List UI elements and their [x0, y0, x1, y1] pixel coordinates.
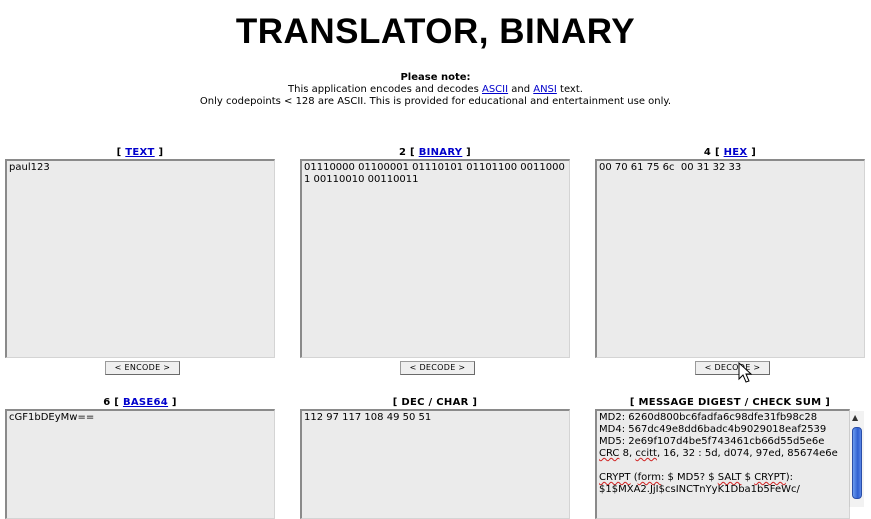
digest-panel-label: [ MESSAGE DIGEST / CHECK SUM ] — [629, 397, 831, 408]
decode-hex-button[interactable]: < DECODE > — [695, 361, 770, 375]
md5-line: MD5: 2e69f107d4be5f743461cb66d55d5e6e — [599, 436, 825, 447]
notice-heading: Please note: — [400, 72, 471, 83]
crypt-text: ( — [630, 472, 638, 483]
binary-input-area[interactable]: 01110000 01100001 01110101 01101100 0011… — [300, 159, 570, 358]
label-prefix: 2 [ — [398, 147, 419, 158]
crypt-label: CRYPT — [599, 472, 631, 483]
md2-line: MD2: 6260d800bc6fadfa6c98dfe31fb98c28 — [599, 412, 818, 423]
hex-panel-label: 4 [ HEX ] — [595, 147, 865, 158]
base64-input-area[interactable]: cGF1bDEyMw== — [5, 409, 275, 519]
text-link[interactable]: TEXT — [125, 147, 154, 158]
notice-line-2: Only codepoints < 128 are ASCII. This is… — [199, 96, 672, 107]
crypt-text: : $ MD5? $ — [660, 472, 718, 483]
salt-label: SALT — [717, 472, 742, 483]
text-input-area[interactable]: paul123 — [5, 159, 275, 358]
notice: Please note: This application encodes an… — [0, 72, 871, 108]
crypt-line: CRYPT (form: $ MD5? $ SALT $ CRYPT): — [599, 472, 847, 484]
label-prefix: 4 [ — [703, 147, 724, 158]
md4-line: MD4: 567dc49e8dd6badc4b9029018eaf2539 — [599, 424, 827, 435]
label-suffix: ] — [462, 147, 471, 158]
crypt-value: $1$MXA2.JjI$csINCTnYyK1Dba1b5FeWc/ — [599, 484, 800, 495]
notice-text: text. — [556, 84, 583, 95]
label-prefix: 6 [ — [103, 397, 123, 408]
text-panel-label: [ TEXT ] — [5, 147, 275, 158]
notice-line-1: This application encodes and decodes ASC… — [0, 84, 871, 96]
encode-button[interactable]: < ENCODE > — [105, 361, 180, 375]
crc-label: CRC — [599, 448, 620, 459]
notice-text: This application encodes and decodes — [288, 84, 482, 95]
label-suffix: ] — [168, 397, 177, 408]
digest-scrollbar[interactable]: ▲ — [849, 411, 864, 507]
ansi-link[interactable]: ANSI — [533, 84, 557, 95]
digest-output-area[interactable]: MD2: 6260d800bc6fadfa6c98dfe31fb98c28 MD… — [595, 409, 850, 519]
dec-char-panel-label: [ DEC / CHAR ] — [392, 397, 478, 408]
crc-line: CRC 8, ccitt, 16, 32 : 5d, d074, 97ed, 8… — [599, 448, 847, 460]
label-suffix: ] — [154, 147, 164, 158]
binary-panel-label: 2 [ BINARY ] — [300, 147, 570, 158]
mouse-pointer-icon — [738, 362, 753, 383]
scroll-up-arrow-icon[interactable]: ▲ — [852, 413, 858, 422]
crypt-text: $ — [741, 472, 755, 483]
crypt-text: ): — [785, 472, 794, 483]
form-label: form — [637, 472, 661, 483]
label-prefix: [ — [116, 147, 126, 158]
ccitt-label: ccitt — [635, 448, 657, 459]
base64-panel-label: 6 [ BASE64 ] — [5, 397, 275, 408]
label-suffix: ] — [747, 147, 757, 158]
crc-text: 8, — [619, 448, 636, 459]
crypt-label-2: CRYPT — [754, 472, 786, 483]
page-title: TRANSLATOR, BINARY — [235, 12, 636, 51]
scrollbar-thumb[interactable] — [852, 427, 862, 499]
hex-input-area[interactable]: 00 70 61 75 6c 00 31 32 33 — [595, 159, 865, 358]
binary-link[interactable]: BINARY — [419, 147, 463, 158]
decode-binary-button[interactable]: < DECODE > — [400, 361, 475, 375]
dec-char-input-area[interactable]: 112 97 117 108 49 50 51 — [300, 409, 570, 519]
crc-values: , 16, 32 : 5d, d074, 97ed, 85674e6e — [656, 448, 838, 459]
notice-text: and — [508, 84, 534, 95]
hex-link[interactable]: HEX — [724, 147, 748, 158]
ascii-link[interactable]: ASCII — [482, 84, 508, 95]
base64-link[interactable]: BASE64 — [123, 397, 168, 408]
